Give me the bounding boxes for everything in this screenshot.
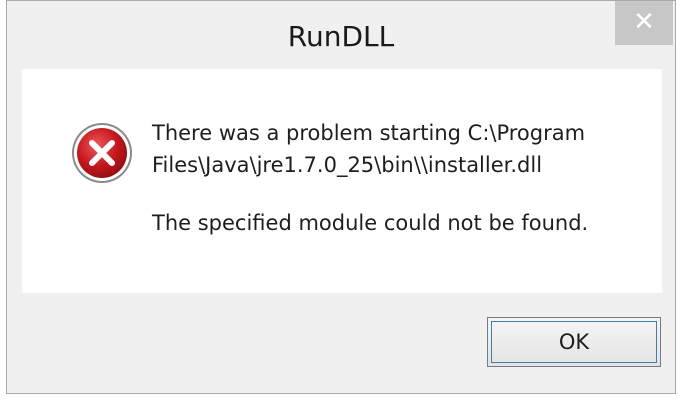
message-area: There was a problem starting C:\Program … [22,69,662,293]
ok-button[interactable]: OK [487,317,661,367]
rundll-dialog-window: RunDLL ✕ There was a problem starting C:… [6,0,676,394]
title-bar[interactable]: RunDLL ✕ [7,1,675,69]
error-icon [72,123,132,183]
close-icon: ✕ [633,7,655,37]
close-button[interactable]: ✕ [615,1,673,45]
error-message: There was a problem starting C:\Program … [152,117,652,239]
error-detail: The specified module could not be found. [152,211,589,235]
message-line-2: Files\Java\jre1.7.0_25\bin\\installer.dl… [152,153,543,177]
button-bar: OK [22,293,662,389]
window-title: RunDLL [287,20,395,53]
ok-button-label: OK [558,330,590,354]
message-line-1: There was a problem starting C:\Program [152,121,586,145]
